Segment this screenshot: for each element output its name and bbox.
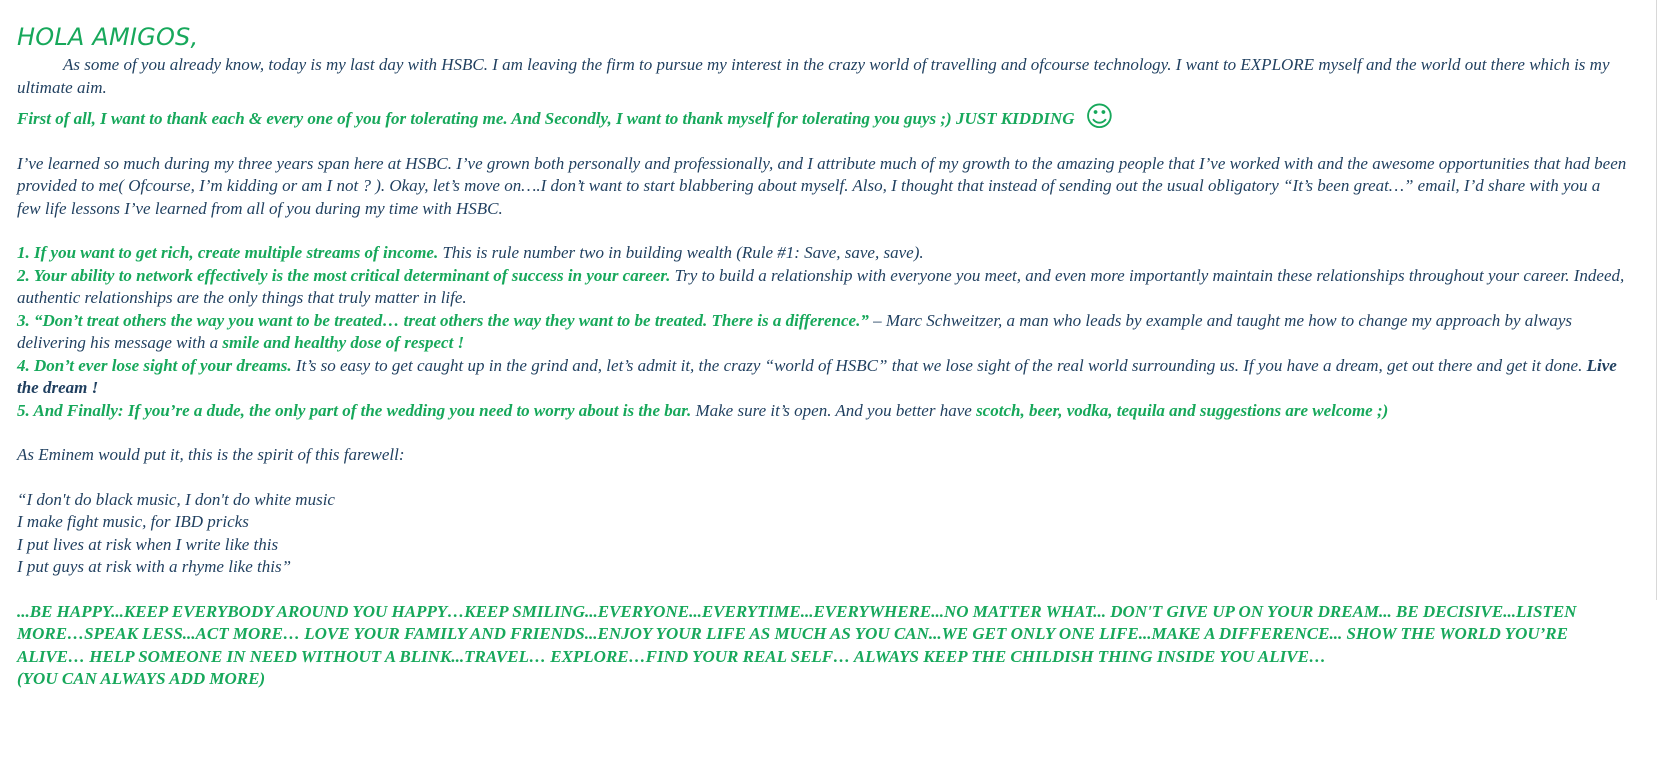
lyric-line: I make fight music, for IBD pricks [17,512,249,531]
lesson-title: 5. And Finally: If you’re a dude, the on… [17,400,692,420]
lyric-line: I put guys at risk with a rhyme like thi… [17,557,292,576]
closing-message: ...BE HAPPY...KEEP EVERYBODY AROUND YOU … [17,601,1577,666]
closing-note: (YOU CAN ALWAYS ADD MORE) [17,669,266,688]
lesson-highlight: scotch, beer, vodka, tequila and suggest… [976,400,1389,420]
lyrics-block: “I don't do black music, I don't do whit… [17,489,1627,579]
lesson-item: 5. And Finally: If you’re a dude, the on… [17,400,1627,423]
thanks-text: First of all, I want to thank each & eve… [17,109,1075,128]
lessons-list: 1. If you want to get rich, create multi… [17,242,1627,422]
lesson-body: It’s so easy to get caught up in the gri… [291,355,1587,375]
lyric-line: “I don't do black music, I don't do whit… [17,489,335,509]
learned-paragraph: I’ve learned so much during my three yea… [17,153,1627,218]
smiley-icon: ☺ [1084,100,1114,133]
lesson-title: 3. “Don’t treat others the way you want … [17,310,869,330]
lesson-title: 1. If you want to get rich, create multi… [17,243,439,262]
greeting-heading: HOLA AMIGOS, [17,23,199,51]
lyric-line: I put lives at risk when I write like th… [17,534,279,554]
lesson-title: 2. Your ability to network effectively i… [17,265,671,285]
lesson-body: This is rule number two in building weal… [438,243,924,262]
thanks-paragraph: First of all, I want to thank each & eve… [17,100,1627,133]
intro-paragraph: As some of you already know, today is my… [17,55,1610,97]
lesson-highlight: smile and healthy dose of respect ! [222,333,465,352]
lesson-body: Make sure it’s open. And you better have [691,400,977,420]
lesson-item: 1. If you want to get rich, create multi… [17,242,1627,265]
lesson-item: 4. Don’t ever lose sight of your dreams.… [17,355,1627,400]
lesson-title: 4. Don’t ever lose sight of your dreams. [17,355,292,375]
lesson-item: 2. Your ability to network effectively i… [17,265,1627,310]
lesson-item: 3. “Don’t treat others the way you want … [17,310,1627,355]
eminem-intro: As Eminem would put it, this is the spir… [17,445,405,464]
document-body: HOLA AMIGOS, As some of you already know… [17,22,1627,691]
